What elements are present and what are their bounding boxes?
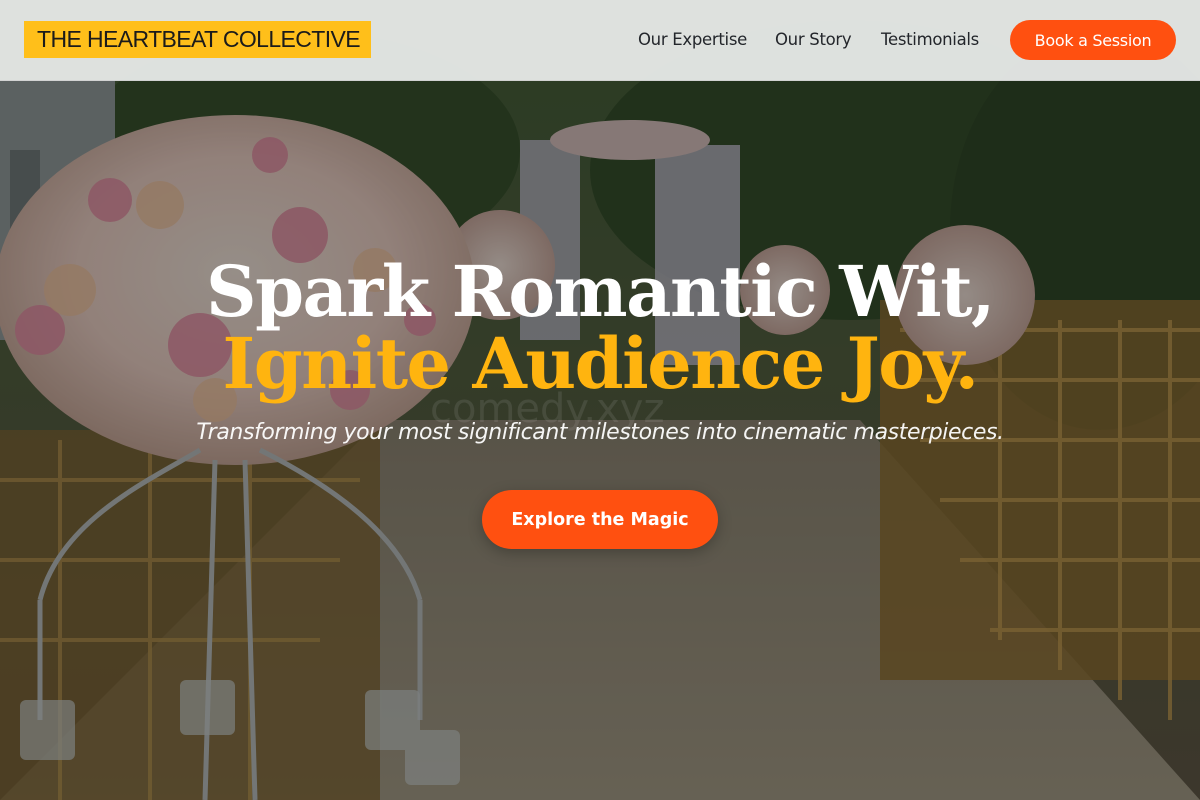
nav-link-our-expertise[interactable]: Our Expertise [638,30,747,49]
hero-headline-line1: Spark Romantic Wit, [206,250,995,333]
hero-section: comedy.xyz Spark Romantic Wit, Ignite Au… [0,0,1200,800]
explore-the-magic-button[interactable]: Explore the Magic [482,490,718,549]
hero-headline-line2: Ignite Audience Joy. [222,322,979,405]
brand-name: THE HEARTBEAT COLLECTIVE [37,26,361,52]
book-a-session-button[interactable]: Book a Session [1010,20,1176,60]
site-header: THE HEARTBEAT COLLECTIVE Our Expertise O… [0,0,1200,81]
brand-logo[interactable]: THE HEARTBEAT COLLECTIVE [24,21,372,58]
hero-tagline: Transforming your most significant miles… [196,420,1004,445]
nav-link-our-story[interactable]: Our Story [775,30,852,49]
nav-link-testimonials[interactable]: Testimonials [881,30,979,49]
